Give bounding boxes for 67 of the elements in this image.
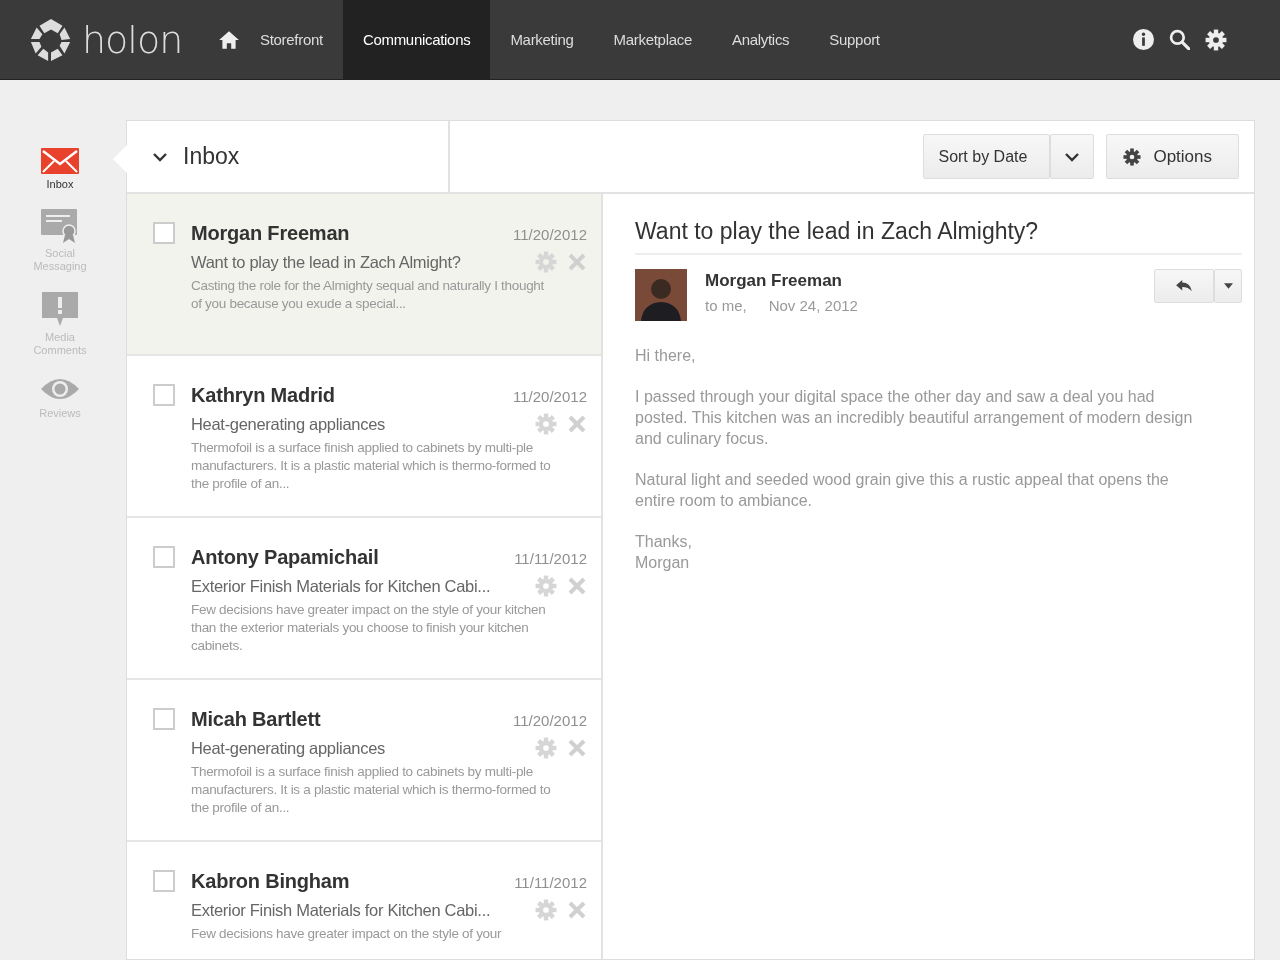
message-subject: Exterior Finish Materials for Kitchen Cabi... <box>191 900 492 920</box>
email-paragraph: Thanks, Morgan <box>635 532 693 573</box>
sort-dropdown[interactable] <box>1050 134 1095 179</box>
nav-tab[interactable]: Communications <box>342 0 491 79</box>
avatar <box>635 269 687 321</box>
reply-icon <box>1175 279 1193 293</box>
email-paragraph: Natural light and seeded wood grain give this a rustic appeal that opens the entire room to ambiance. <box>635 470 1170 511</box>
settings-icon[interactable] <box>1205 28 1227 51</box>
email-paragraph: Hi there, <box>635 346 697 366</box>
recipient-label: to me, <box>705 297 747 314</box>
message-item[interactable]: Kabron Bingham 11/11/2012 Exterior Finish Materials for Kitchen Cabi... Few decisions have greater impact on the style of your <box>127 842 601 959</box>
search-icon[interactable] <box>1169 29 1190 50</box>
close-icon[interactable] <box>567 414 587 434</box>
sender-name: Antony Papamichail <box>191 546 379 569</box>
message-item[interactable]: Morgan Freeman 11/20/2012 Want to play the lead in Zach Almight? Casting the role for the Almighty sequal and naturally I thought of you because you exude a special... <box>127 194 601 356</box>
sender-name: Morgan Freeman <box>191 222 350 245</box>
checkbox[interactable] <box>153 222 175 244</box>
close-icon[interactable] <box>567 576 587 596</box>
message-subject: Want to play the lead in Zach Almight? <box>191 252 462 272</box>
message-date: 11/20/2012 <box>513 712 587 729</box>
sender-name: Kathryn Madrid <box>191 384 335 407</box>
checkbox[interactable] <box>153 870 175 892</box>
checkbox[interactable] <box>153 546 175 568</box>
reply-dropdown[interactable] <box>1214 269 1242 303</box>
message-subject: Exterior Finish Materials for Kitchen Cabi... <box>191 576 492 596</box>
message-date: 11/20/2012 <box>513 388 587 405</box>
sidebar-item[interactable]: Inbox <box>20 148 100 191</box>
sort-button[interactable]: Sort by Date <box>923 134 1051 179</box>
sender-name: Morgan Freeman <box>705 271 843 291</box>
caret-icon <box>1223 283 1233 289</box>
nav-tab[interactable]: Analytics <box>711 0 810 79</box>
nav-tab[interactable]: Marketplace <box>593 0 712 79</box>
sender-name: Micah Bartlett <box>191 708 321 731</box>
message-preview: Few decisions have greater impact on the style of your kitchen than the exterior materials you choose to finish your kitchen cabinets. <box>191 601 547 655</box>
chevron-icon <box>153 151 167 162</box>
message-subject: Heat-generating appliances <box>191 414 386 434</box>
nav-tab[interactable]: Storefront <box>240 0 343 79</box>
message-preview: Few decisions have greater impact on the style of your <box>191 925 503 943</box>
envelope-icon <box>41 148 79 174</box>
email-paragraph: I passed through your digital space the other day and saw a deal you had posted. This kitchen was an incredibly beautiful arrangement of modern design and culinary focus. <box>635 387 1194 449</box>
comment-icon <box>41 291 79 327</box>
message-date: 11/11/2012 <box>514 874 587 891</box>
message-preview: Thermofoil is a surface finish applied to cabinets by multi-ple manufacturers. It is a plastic material which is thermo-formed to the profile of an... <box>191 439 552 493</box>
nav-tab[interactable]: Support <box>809 0 900 79</box>
close-icon[interactable] <box>567 738 587 758</box>
options-button[interactable]: Options <box>1106 134 1239 179</box>
close-icon[interactable] <box>567 900 587 920</box>
close-icon[interactable] <box>567 252 587 272</box>
sender-name: Kabron Bingham <box>191 870 350 893</box>
email-date: Nov 24, 2012 <box>768 297 858 314</box>
message-date: 11/11/2012 <box>514 550 587 567</box>
caret-icon <box>1065 151 1080 162</box>
message-preview: Thermofoil is a surface finish applied to cabinets by multi-ple manufacturers. It is a plastic material which is thermo-formed to the profile of an... <box>191 763 552 817</box>
logo-text: holon <box>82 17 183 62</box>
info-icon[interactable] <box>1133 29 1154 50</box>
gear-icon <box>1123 147 1142 166</box>
email-subject: Want to play the lead in Zach Almighty? <box>635 218 1242 255</box>
checkbox[interactable] <box>153 384 175 406</box>
message-subject: Heat-generating appliances <box>191 738 386 758</box>
reply-button[interactable] <box>1154 269 1214 303</box>
certificate-icon <box>41 209 79 243</box>
folder-toggle[interactable]: Inbox <box>153 143 240 170</box>
home-icon[interactable] <box>218 29 240 50</box>
nav-tab[interactable]: Marketing <box>490 0 594 79</box>
message-date: 11/20/2012 <box>513 226 587 243</box>
message-preview: Casting the role for the Almighty sequal and naturally I thought of you because you exude a special... <box>191 277 546 313</box>
checkbox[interactable] <box>153 708 175 730</box>
